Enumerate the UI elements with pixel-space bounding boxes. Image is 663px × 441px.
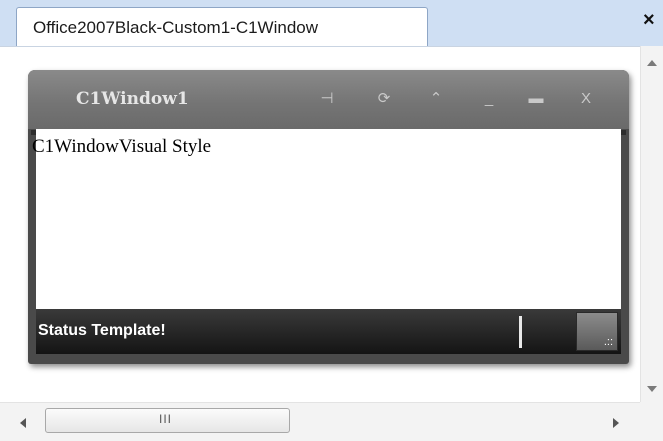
status-separator <box>519 316 522 348</box>
window-title: C1Window1 <box>76 89 189 109</box>
scroll-down-icon[interactable] <box>647 386 657 392</box>
tab-strip: Office2007Black-Custom1-C1Window × <box>0 0 663 46</box>
horizontal-scrollbar[interactable]: III <box>0 402 640 441</box>
close-icon[interactable]: X <box>574 88 598 110</box>
resize-corner-icon[interactable] <box>621 130 626 135</box>
status-text: Status Template! <box>38 322 166 339</box>
collapse-icon[interactable]: ⌃ <box>424 88 448 110</box>
vertical-scrollbar[interactable] <box>640 46 663 402</box>
window-content: C1WindowVisual Style <box>32 129 621 309</box>
c1window[interactable]: C1Window1 ⊣ ⟳ ⌃ _ ▬ X C1WindowVisual Sty… <box>28 70 629 364</box>
scroll-right-icon[interactable] <box>613 418 619 428</box>
close-icon[interactable]: × <box>643 10 655 30</box>
minimize-icon[interactable]: _ <box>477 88 501 110</box>
content-text: C1WindowVisual Style <box>32 136 212 157</box>
window-titlebar[interactable]: C1Window1 ⊣ ⟳ ⌃ _ ▬ X <box>28 70 629 129</box>
scroll-corner <box>640 402 663 441</box>
status-bar: Status Template! .:: <box>36 309 621 354</box>
thumb-grip-icon: III <box>159 412 173 426</box>
scroll-thumb[interactable]: III <box>45 408 290 433</box>
scroll-left-icon[interactable] <box>20 418 26 428</box>
resize-grip[interactable]: .:: <box>576 312 618 351</box>
scroll-up-icon[interactable] <box>647 60 657 66</box>
document-tab[interactable]: Office2007Black-Custom1-C1Window <box>16 7 428 46</box>
resize-grip-icon: .:: <box>603 336 613 348</box>
pin-icon[interactable]: ⊣ <box>315 88 339 110</box>
tab-label: Office2007Black-Custom1-C1Window <box>33 18 319 37</box>
refresh-icon[interactable]: ⟳ <box>372 88 396 110</box>
maximize-icon[interactable]: ▬ <box>524 88 548 110</box>
